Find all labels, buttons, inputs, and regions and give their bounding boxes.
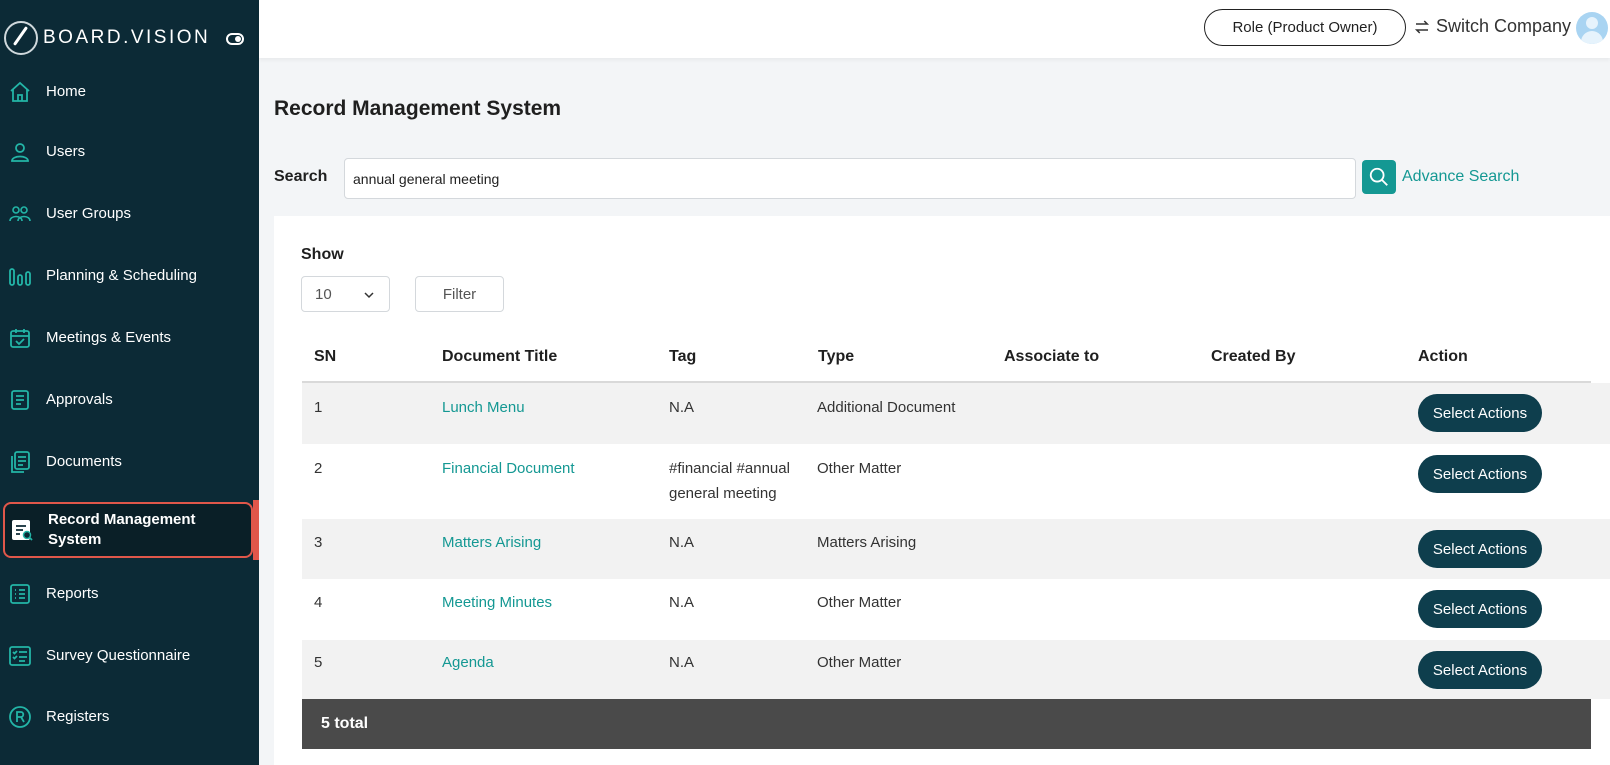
- sidebar-item-label: Users: [46, 143, 86, 160]
- cell-sn: 1: [314, 399, 323, 416]
- cell-type: Other Matter: [817, 594, 902, 611]
- column-header: SN: [314, 348, 337, 365]
- document-title-link[interactable]: Meeting Minutes: [442, 590, 552, 615]
- sidebar-item-label: Registers: [46, 708, 110, 725]
- cell-tag: #financial #annual general meeting: [669, 460, 790, 502]
- select-actions-button[interactable]: Select Actions: [1418, 455, 1542, 493]
- sidebar-item-label: Approvals: [46, 391, 113, 408]
- select-actions-button[interactable]: Select Actions: [1418, 651, 1542, 689]
- sidebar-item-planning[interactable]: Planning & Scheduling: [0, 248, 259, 304]
- user-icon: [8, 140, 32, 164]
- cell-type: Matters Arising: [817, 534, 917, 551]
- top-bar: Role (Product Owner) Switch Company: [259, 0, 1610, 58]
- cell-sn: 3: [314, 534, 323, 551]
- cell-tag: N.A: [669, 399, 695, 416]
- switch-icon: [1414, 19, 1430, 34]
- sidebar-item-survey[interactable]: Survey Questionnaire: [0, 628, 259, 684]
- sidebar-item-documents[interactable]: Documents: [0, 434, 259, 490]
- search-icon: [1369, 167, 1388, 186]
- sidebar-item-reports[interactable]: Reports: [0, 566, 259, 622]
- brand-logo[interactable]: BOARD.VISION: [4, 20, 210, 56]
- table-row: 2 Financial Document #financial #annual …: [302, 444, 1610, 519]
- sidebar-item-label: Reports: [46, 585, 99, 602]
- role-button[interactable]: Role (Product Owner): [1204, 9, 1406, 46]
- select-actions-button[interactable]: Select Actions: [1418, 530, 1542, 568]
- sidebar-item-record-management[interactable]: Record Management System: [3, 502, 253, 558]
- sidebar-item-home[interactable]: Home: [0, 64, 259, 120]
- sidebar-item-label: Planning & Scheduling: [46, 267, 197, 284]
- brand-name: BOARD.VISION: [43, 27, 211, 48]
- sidebar-item-approvals[interactable]: Approvals: [0, 372, 259, 428]
- checklist-icon: [8, 644, 32, 668]
- table-header: SN Document Title Tag Type Associate to …: [302, 340, 1591, 383]
- cell-sn: 2: [314, 460, 323, 477]
- column-header: Created By: [1211, 348, 1296, 365]
- sidebar-item-user-groups[interactable]: User Groups: [0, 186, 259, 242]
- cell-tag: N.A: [669, 654, 695, 671]
- page-size-select[interactable]: 10: [301, 276, 390, 312]
- document-title-link[interactable]: Lunch Menu: [442, 395, 525, 420]
- search-button[interactable]: [1362, 160, 1396, 194]
- record-search-icon: [10, 518, 34, 542]
- sidebar: BOARD.VISION Home Users User Groups Plan…: [0, 0, 259, 765]
- column-header: Document Title: [442, 348, 558, 365]
- home-icon: [8, 80, 32, 104]
- table-footer-total: 5 total: [302, 699, 1591, 749]
- records-table: SN Document Title Tag Type Associate to …: [302, 340, 1610, 749]
- table-row: 1 Lunch Menu N.A Additional Document Sel…: [302, 383, 1610, 444]
- search-label: Search: [274, 168, 328, 185]
- cell-tag: N.A: [669, 594, 695, 611]
- sidebar-item-meetings[interactable]: Meetings & Events: [0, 310, 259, 366]
- document-icon: [8, 388, 32, 412]
- cell-type: Additional Document: [817, 399, 956, 416]
- sidebar-item-label: Documents: [46, 453, 122, 470]
- sidebar-item-users[interactable]: Users: [0, 124, 259, 180]
- chevron-down-icon: [364, 292, 374, 299]
- sidebar-item-label: Meetings & Events: [46, 329, 172, 346]
- sidebar-toggle-icon[interactable]: [226, 33, 244, 45]
- active-item-marker: [253, 500, 259, 560]
- avatar[interactable]: [1576, 12, 1608, 44]
- cell-sn: 4: [314, 594, 323, 611]
- column-header: Tag: [669, 348, 697, 365]
- column-header: Type: [818, 348, 855, 365]
- page-title: Record Management System: [274, 97, 562, 120]
- advance-search-link[interactable]: Advance Search: [1402, 168, 1519, 186]
- cell-type: Other Matter: [817, 654, 902, 671]
- cell-tag: N.A: [669, 534, 695, 551]
- cell-type: Other Matter: [817, 460, 902, 477]
- table-row: 3 Matters Arising N.A Matters Arising Se…: [302, 519, 1610, 579]
- sidebar-item-label: Home: [46, 83, 87, 100]
- document-title-link[interactable]: Agenda: [442, 650, 494, 675]
- search-input[interactable]: [344, 158, 1356, 199]
- documents-icon: [8, 450, 32, 474]
- select-actions-button[interactable]: Select Actions: [1418, 394, 1542, 432]
- switch-company-label: Switch Company: [1436, 16, 1572, 36]
- column-header: Associate to: [1004, 348, 1100, 365]
- sidebar-item-label: Survey Questionnaire: [46, 647, 191, 664]
- sidebar-item-label: Record Management System: [48, 511, 196, 548]
- table-row: 4 Meeting Minutes N.A Other Matter Selec…: [302, 579, 1610, 640]
- column-header: Action: [1418, 348, 1468, 365]
- chart-bars-icon: [8, 264, 32, 288]
- sidebar-item-label: User Groups: [46, 205, 132, 222]
- switch-company-button[interactable]: Switch Company: [1413, 16, 1571, 37]
- select-actions-button[interactable]: Select Actions: [1418, 590, 1542, 628]
- list-icon: [8, 582, 32, 606]
- sidebar-item-registers[interactable]: Registers: [0, 689, 259, 745]
- show-label: Show: [301, 246, 344, 263]
- registered-icon: [8, 705, 32, 729]
- cell-sn: 5: [314, 654, 323, 671]
- page-size-value: 10: [315, 285, 332, 303]
- logo-icon: [4, 21, 38, 55]
- filter-button[interactable]: Filter: [415, 276, 504, 312]
- users-icon: [8, 202, 32, 226]
- table-row: 5 Agenda N.A Other Matter Select Actions: [302, 640, 1610, 699]
- document-title-link[interactable]: Matters Arising: [442, 530, 541, 555]
- document-title-link[interactable]: Financial Document: [442, 456, 575, 481]
- calendar-check-icon: [8, 326, 32, 350]
